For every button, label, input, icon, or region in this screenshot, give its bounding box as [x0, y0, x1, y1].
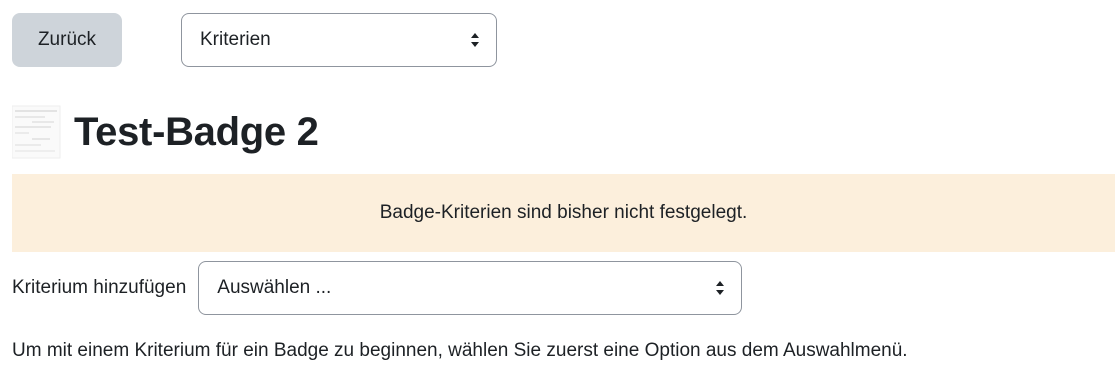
- sort-arrows-icon: [471, 33, 479, 47]
- alert-message: Badge-Kriterien sind bisher nicht festge…: [379, 202, 748, 223]
- add-criterion-row: Kriterium hinzufügen Auswählen ...: [12, 261, 743, 315]
- add-criterion-label: Kriterium hinzufügen: [12, 277, 187, 298]
- criterion-type-select[interactable]: Auswählen ...: [198, 261, 743, 315]
- page-title: Test-Badge 2: [74, 110, 319, 154]
- sort-arrows-icon: [716, 281, 725, 295]
- section-select-value: Kriterien: [200, 29, 271, 50]
- back-button[interactable]: Zurück: [12, 13, 122, 67]
- section-select[interactable]: Kriterien: [181, 13, 497, 67]
- top-toolbar: Zurück Kriterien: [12, 13, 512, 67]
- page-header: Test-Badge 2: [11, 104, 319, 160]
- warning-alert: Badge-Kriterien sind bisher nicht festge…: [12, 174, 1115, 252]
- badge-thumbnail-icon: [11, 104, 62, 160]
- criterion-select-value: Auswählen ...: [217, 277, 332, 298]
- help-text: Um mit einem Kriterium für ein Badge zu …: [12, 340, 908, 361]
